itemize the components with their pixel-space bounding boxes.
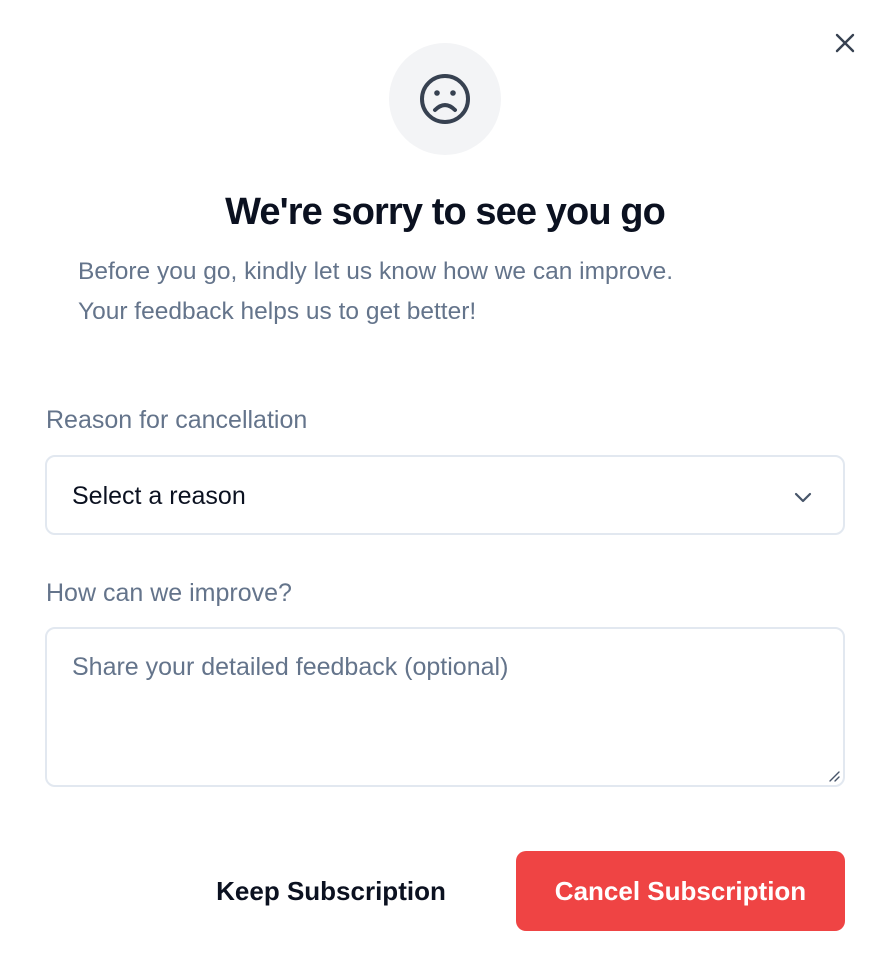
cancel-subscription-dialog: We're sorry to see you go Before you go,…	[0, 0, 884, 960]
reason-select[interactable]: Select a reason	[45, 455, 845, 535]
feedback-placeholder: Share your detailed feedback (optional)	[72, 653, 509, 681]
sad-face-icon	[420, 74, 470, 124]
close-button[interactable]	[828, 26, 862, 60]
dialog-title: We're sorry to see you go	[225, 191, 666, 233]
resize-handle-icon[interactable]	[825, 767, 841, 783]
keep-subscription-button[interactable]: Keep Subscription	[196, 852, 466, 930]
feedback-textarea[interactable]: Share your detailed feedback (optional)	[45, 627, 845, 787]
sad-face-badge	[389, 43, 501, 155]
dialog-subtitle: Before you go, kindly let us know how we…	[78, 252, 818, 332]
reason-label: Reason for cancellation	[46, 406, 308, 434]
chevron-down-icon	[794, 492, 812, 503]
subtitle-line-2: Your feedback helps us to get better!	[78, 298, 477, 325]
reason-select-value: Select a reason	[72, 482, 246, 510]
feedback-label: How can we improve?	[46, 579, 292, 607]
subtitle-line-1: Before you go, kindly let us know how we…	[78, 258, 674, 285]
cancel-subscription-button[interactable]: Cancel Subscription	[516, 851, 845, 931]
close-icon	[835, 33, 855, 53]
